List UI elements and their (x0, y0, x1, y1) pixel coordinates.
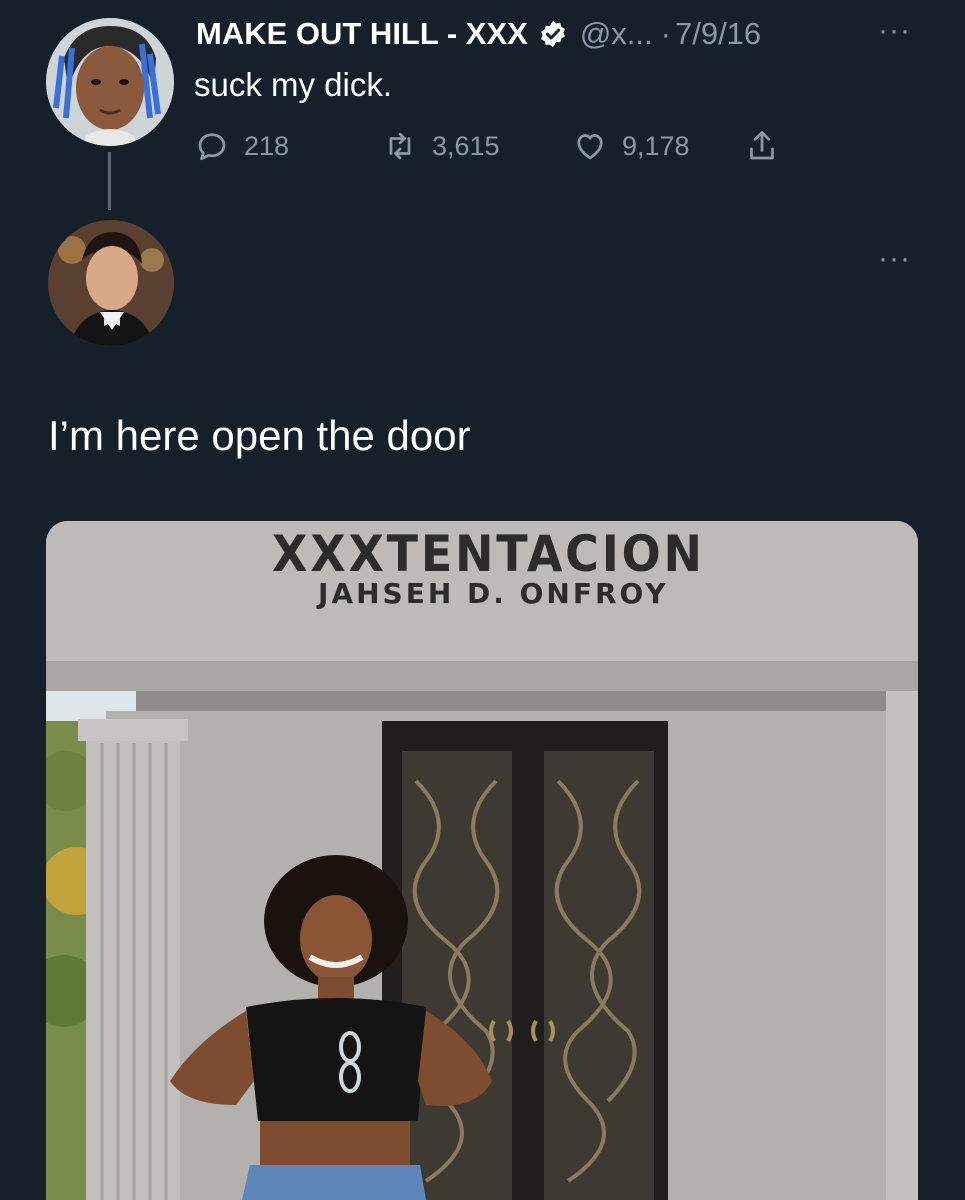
share-upload-icon (750, 131, 774, 160)
retweet-arrows-icon (389, 132, 411, 160)
retweet-button[interactable]: 3,615 (382, 128, 500, 164)
tweet-header: MAKE OUT HILL - XXX @x... · 7/9/16 (196, 16, 761, 52)
share-button[interactable] (744, 128, 794, 164)
author-handle[interactable]: @x... (580, 16, 653, 52)
mausoleum-photo (46, 521, 918, 1200)
reply-author-avatar[interactable] (48, 220, 174, 346)
tweet-text: suck my dick. (194, 66, 393, 103)
tweet-action-bar: 218 3,615 9,178 (194, 128, 814, 172)
tweet-more-options-button[interactable]: ··· (878, 14, 911, 48)
like-count: 9,178 (622, 130, 690, 161)
author-display-name[interactable]: MAKE OUT HILL - XXX (196, 16, 528, 52)
verified-badge-icon (540, 20, 565, 48)
reply-more-options-button[interactable]: ··· (878, 242, 911, 276)
heart-icon (577, 134, 603, 160)
reply-button[interactable]: 218 (194, 128, 289, 164)
engraving-line-2: JAHSEH D. ONFROY (318, 577, 669, 610)
header-separator: · (660, 16, 671, 51)
reply-text: I’m here open the door (48, 412, 471, 459)
author-avatar[interactable] (46, 18, 174, 146)
engraving-line-1: XXXTENTACION (272, 525, 705, 583)
reply-count: 218 (244, 130, 290, 161)
speech-bubble-icon (198, 133, 226, 161)
tweet-date[interactable]: 7/9/16 (675, 16, 761, 52)
thread-connector-line (108, 152, 111, 210)
like-button[interactable]: 9,178 (572, 128, 690, 164)
tweet-photo[interactable]: XXXTENTACION JAHSEH D. ONFROY (46, 521, 918, 1200)
retweet-count: 3,615 (432, 130, 500, 161)
